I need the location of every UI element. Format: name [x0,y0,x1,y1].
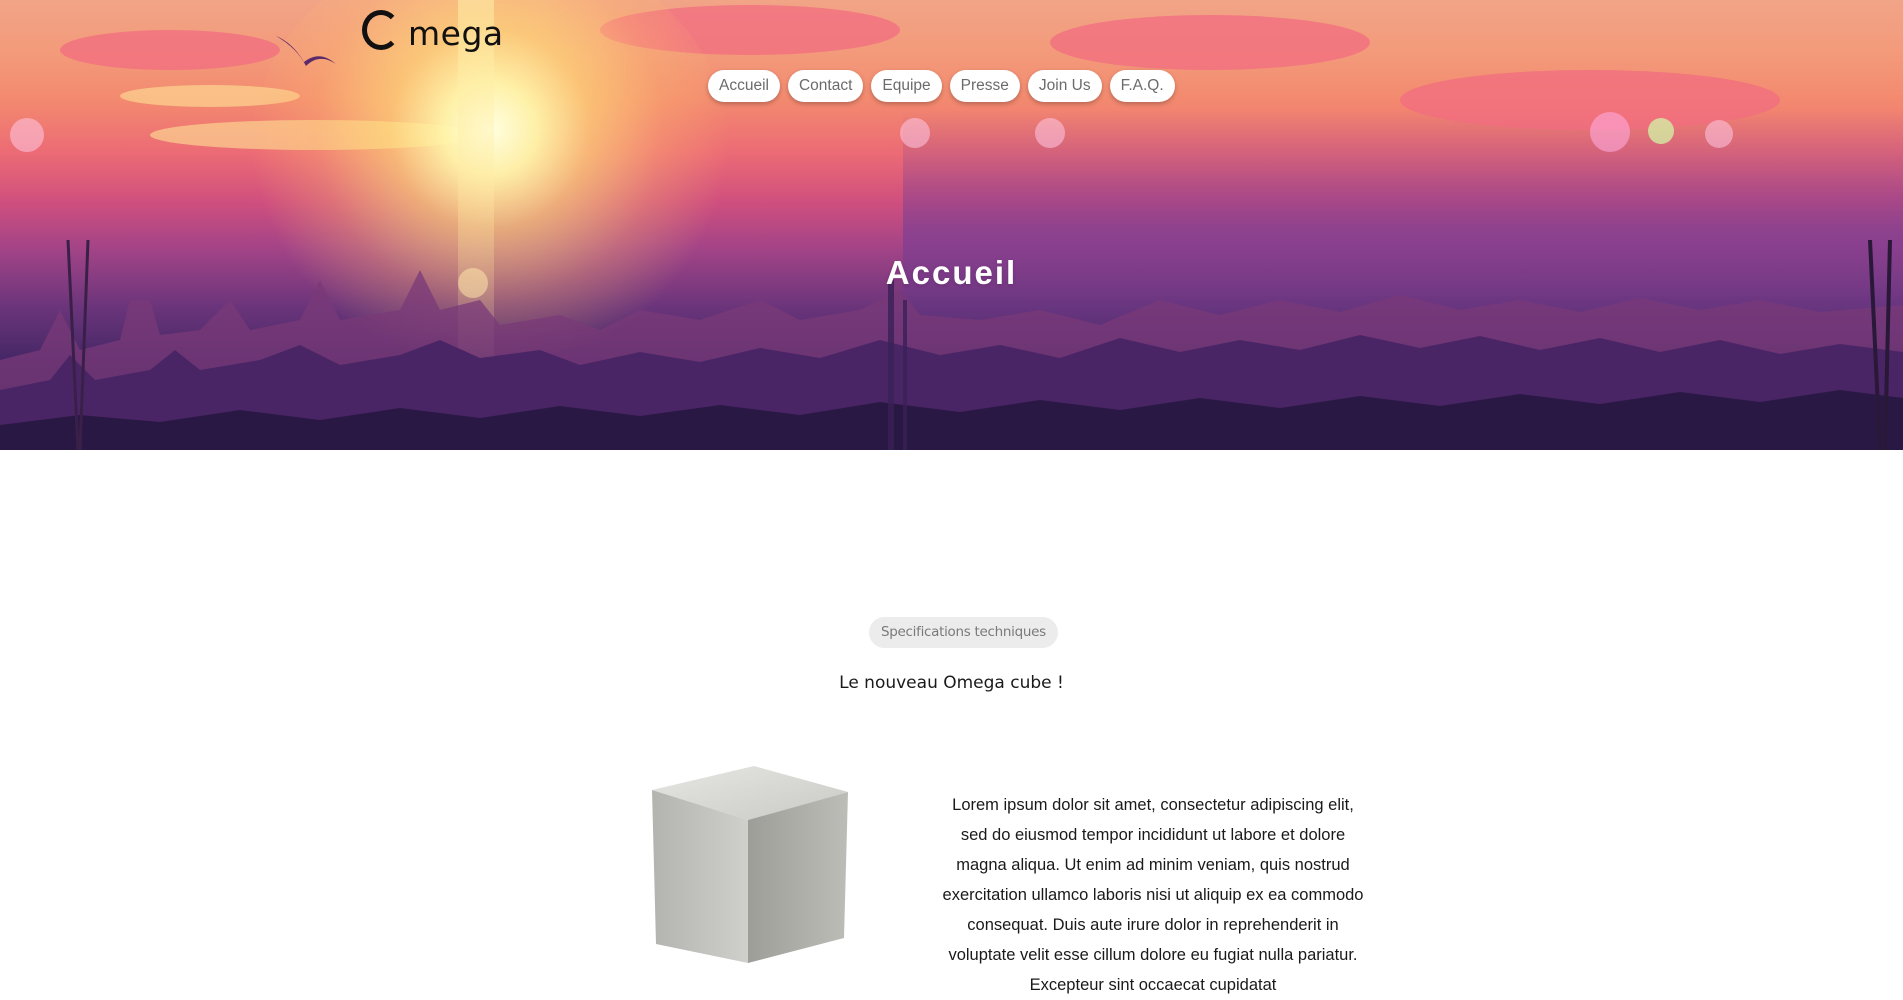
bokeh [900,118,930,148]
omega-cube-image [652,766,848,963]
logo-text: mega [408,14,504,53]
nav-accueil[interactable]: Accueil [708,70,780,102]
nav-faq[interactable]: F.A.Q. [1109,70,1175,102]
bokeh [1590,112,1630,152]
section-body-text: Lorem ipsum dolor sit amet, consectetur … [942,795,1364,994]
section-badge: Specifications techniques [869,617,1058,648]
bird-icon [276,36,336,66]
nav-contact[interactable]: Contact [787,70,864,102]
logo-o-ring [362,10,400,50]
nav-presse[interactable]: Presse [949,70,1020,102]
hero-title: Accueil [885,254,1018,292]
section-subtitle: Le nouveau Omega cube ! [839,673,1064,693]
bokeh [1035,118,1065,148]
nav-equipe[interactable]: Equipe [871,70,942,102]
bokeh [1648,118,1674,144]
cloud [60,30,280,70]
site-logo[interactable]: mega [270,8,510,73]
bokeh [10,118,44,152]
nav-join-us[interactable]: Join Us [1027,70,1102,102]
bokeh [1705,120,1733,148]
main-nav: Accueil Contact Equipe Presse Join Us F.… [708,70,1175,102]
cloud [1050,15,1370,70]
